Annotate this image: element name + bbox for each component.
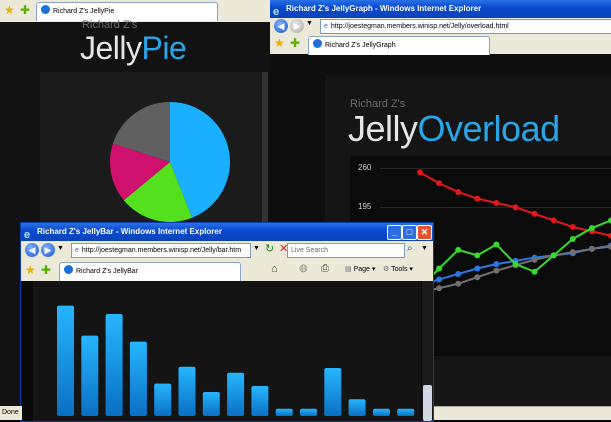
series-2-point-2 bbox=[436, 276, 443, 283]
series-2-point-4 bbox=[474, 265, 481, 272]
bar-13 bbox=[348, 399, 366, 416]
title-jelly: Jelly bbox=[80, 30, 142, 66]
series-3-point-3 bbox=[455, 280, 462, 287]
series-2-point-5 bbox=[493, 261, 500, 268]
series-4-point-9 bbox=[569, 236, 576, 242]
bar-7 bbox=[202, 392, 220, 416]
series-1-point-7 bbox=[531, 210, 538, 217]
bar-14 bbox=[372, 408, 390, 416]
series-2-point-3 bbox=[455, 270, 462, 277]
series-4-point-6 bbox=[512, 261, 519, 268]
series-line-3 bbox=[419, 245, 611, 294]
bar-8 bbox=[227, 372, 245, 416]
bar-9 bbox=[251, 386, 269, 416]
series-4-point-4 bbox=[474, 252, 481, 259]
bar-12 bbox=[324, 368, 342, 416]
favorites-star-icon[interactable]: ★ bbox=[4, 3, 15, 17]
series-line-4 bbox=[419, 219, 611, 289]
title-pie: Pie bbox=[141, 30, 187, 66]
series-3-point-9 bbox=[569, 249, 576, 256]
tab-label: Richard Z's JellyPie bbox=[53, 8, 115, 15]
bar-10 bbox=[275, 408, 293, 416]
bar-chart bbox=[57, 305, 415, 416]
bar-15 bbox=[397, 408, 415, 416]
pie-scrollbar[interactable] bbox=[262, 72, 268, 232]
series-line-1 bbox=[419, 171, 611, 237]
bar-2 bbox=[81, 335, 99, 416]
bar-1 bbox=[57, 305, 74, 416]
series-1-point-3 bbox=[455, 189, 462, 196]
status-done: Done bbox=[2, 409, 19, 416]
add-favorites-icon[interactable]: ✚ bbox=[20, 3, 30, 17]
bar-5 bbox=[154, 383, 172, 416]
series-1-point-5 bbox=[493, 199, 500, 206]
series-4-point-10 bbox=[588, 225, 595, 232]
series-1-point-4 bbox=[474, 195, 481, 202]
series-3-point-10 bbox=[588, 245, 595, 252]
series-4-point-7 bbox=[531, 268, 538, 275]
bar-11 bbox=[300, 408, 317, 416]
series-1-point-8 bbox=[550, 217, 557, 224]
series-3-point-4 bbox=[474, 274, 481, 281]
pie-page-title: JellyPie bbox=[80, 30, 187, 67]
series-1-point-6 bbox=[512, 204, 519, 211]
series-4-point-2 bbox=[436, 265, 443, 272]
series-4-point-8 bbox=[550, 252, 557, 259]
bar-3 bbox=[105, 314, 123, 416]
series-3-point-5 bbox=[493, 267, 500, 274]
series-4-point-3 bbox=[455, 246, 462, 253]
bar-6 bbox=[178, 366, 196, 416]
bar-4 bbox=[129, 341, 147, 416]
ie-page-icon bbox=[41, 5, 50, 14]
series-3-point-2 bbox=[436, 285, 443, 292]
pie-chart bbox=[110, 102, 231, 222]
series-1-point-2 bbox=[436, 180, 443, 187]
status-bar: Done bbox=[0, 406, 22, 420]
series-4-point-5 bbox=[493, 241, 500, 248]
series-3-point-7 bbox=[531, 256, 538, 263]
series-1-point-9 bbox=[569, 223, 576, 230]
jellybar-window: e Richard Z's JellyBar - Windows Interne… bbox=[20, 222, 434, 422]
series-1-point-1 bbox=[417, 169, 423, 176]
